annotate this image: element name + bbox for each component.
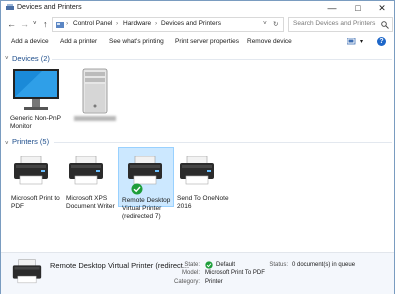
- printer-label-line2: 2016: [177, 203, 192, 210]
- print-server-properties-button[interactable]: Print server properties: [175, 38, 239, 45]
- maximize-button[interactable]: □: [347, 2, 369, 14]
- close-button[interactable]: ✕: [371, 2, 393, 14]
- printer-label-line2: Document Writer: [66, 203, 115, 210]
- see-whats-printing-button[interactable]: See what's printing: [109, 38, 164, 45]
- breadcrumb-separator-icon: ›: [116, 20, 119, 27]
- printer-icon: [180, 156, 214, 185]
- add-printer-button[interactable]: Add a printer: [60, 38, 97, 45]
- breadcrumb-hardware[interactable]: Hardware: [123, 20, 151, 27]
- printer-item-ms-xps-writer[interactable]: Microsoft XPS Document Writer: [63, 150, 117, 210]
- search-icon[interactable]: [381, 21, 389, 29]
- printer-icon: [14, 156, 48, 185]
- printer-item-ms-print-to-pdf[interactable]: Microsoft Print to PDF: [8, 150, 60, 210]
- address-dropdown-icon[interactable]: ˅: [263, 20, 267, 27]
- default-printer-check-icon: [131, 183, 143, 195]
- printer-label-line1: Remote Desktop: [122, 197, 171, 204]
- status-value: 0 document(s) in queue: [292, 262, 356, 268]
- breadcrumb-separator-icon: ›: [66, 20, 69, 27]
- device-item-monitor[interactable]: Generic Non-PnP Monitor: [8, 68, 63, 130]
- monitor-icon: [13, 69, 59, 110]
- view-dropdown-icon[interactable]: ▾: [360, 38, 363, 45]
- default-state-check-icon: [205, 261, 213, 269]
- state-value: Default: [216, 262, 236, 268]
- printer-label-line2: PDF: [11, 203, 24, 210]
- add-device-button[interactable]: Add a device: [11, 38, 49, 45]
- devices-heading[interactable]: Devices (2): [12, 54, 50, 63]
- breadcrumb-control-panel[interactable]: Control Panel: [73, 20, 112, 27]
- devices-divider: [52, 59, 392, 60]
- printer-item-send-to-onenote[interactable]: Send To OneNote 2016: [174, 150, 229, 210]
- device-label-line2: Monitor: [10, 123, 32, 130]
- device-label-line1: Generic Non-PnP: [10, 115, 61, 122]
- minimize-button[interactable]: —: [321, 2, 343, 14]
- model-value: Microsoft Print To PDF: [205, 270, 265, 276]
- remove-device-button[interactable]: Remove device: [247, 38, 292, 45]
- printer-label-line2: Virtual Printer: [122, 205, 162, 212]
- printer-label-line1: Send To OneNote: [177, 195, 229, 202]
- blurred-device-name: [74, 116, 116, 121]
- search-input[interactable]: Search Devices and Printers: [293, 20, 375, 27]
- up-arrow-icon[interactable]: ↑: [43, 19, 48, 29]
- category-label: Category:: [173, 279, 200, 285]
- collapse-devices-icon[interactable]: ˅: [5, 56, 9, 62]
- category-value: Printer: [205, 279, 223, 285]
- state-label: State:: [184, 262, 200, 268]
- printers-heading[interactable]: Printers (5): [12, 137, 49, 146]
- view-options-icon[interactable]: [347, 38, 357, 46]
- printer-icon: [128, 156, 162, 185]
- device-item-computer[interactable]: [70, 68, 120, 128]
- computer-tower-icon: [82, 68, 108, 114]
- window-title: Devices and Printers: [17, 4, 82, 11]
- devices-printers-app-icon: [6, 4, 14, 10]
- collapse-printers-icon[interactable]: ˅: [5, 141, 9, 147]
- back-arrow-icon[interactable]: ←: [7, 19, 16, 29]
- printer-icon: [69, 156, 103, 185]
- help-icon[interactable]: ?: [377, 37, 386, 46]
- breadcrumb-devices-printers[interactable]: Devices and Printers: [161, 20, 221, 27]
- search-box[interactable]: Search Devices and Printers: [288, 17, 393, 32]
- printer-label-line3: (redirected 7): [122, 213, 161, 220]
- printer-label-line1: Microsoft XPS: [66, 195, 108, 202]
- printer-item-remote-desktop[interactable]: Remote Desktop Virtual Printer (redirect…: [119, 150, 173, 222]
- forward-arrow-icon[interactable]: →: [20, 19, 29, 29]
- status-label: Status:: [269, 262, 288, 268]
- printer-label-line1: Microsoft Print to: [11, 195, 60, 202]
- address-bar[interactable]: › Control Panel › Hardware › Devices and…: [52, 17, 284, 32]
- control-panel-icon: [56, 22, 64, 28]
- refresh-icon[interactable]: ↻: [273, 20, 278, 28]
- breadcrumb-separator-icon: ›: [155, 20, 158, 27]
- selected-printer-icon: [12, 259, 42, 284]
- model-label: Model:: [181, 270, 200, 276]
- printers-divider: [54, 142, 392, 143]
- recent-dropdown-icon[interactable]: ˅: [33, 21, 37, 27]
